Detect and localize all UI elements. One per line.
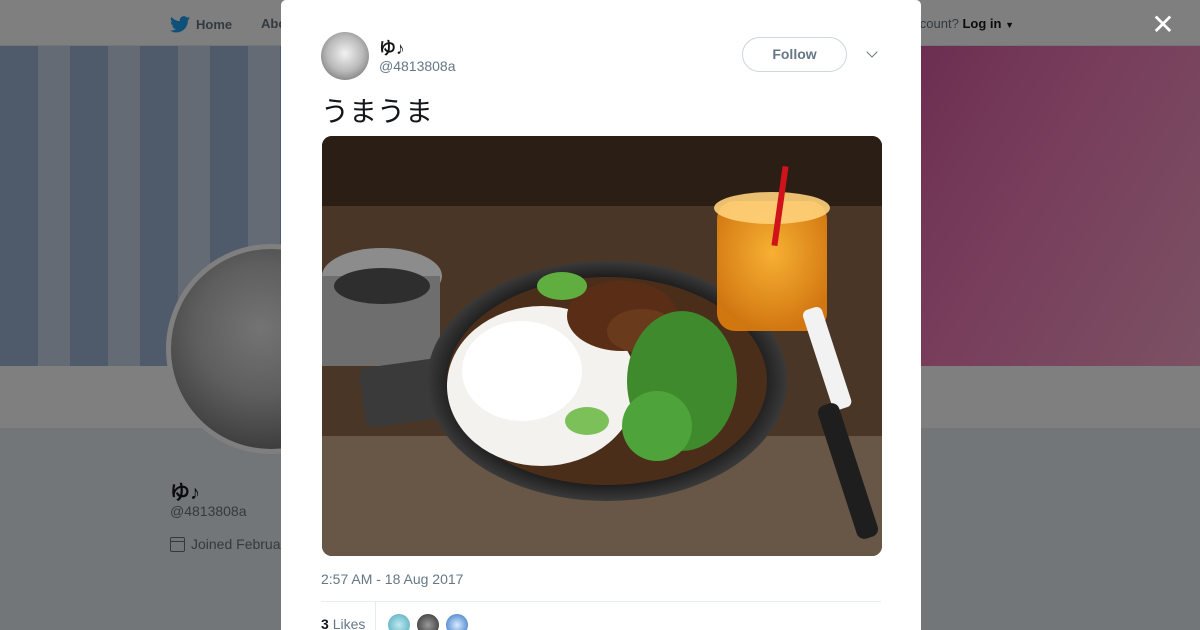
likes-label: Likes	[332, 616, 366, 630]
tweet-options-chevron-icon[interactable]	[863, 44, 883, 64]
tweet-author-name[interactable]: ゆ♪	[379, 34, 405, 59]
close-modal-button[interactable]: ✕	[1148, 10, 1178, 40]
liker-avatar[interactable]	[445, 613, 469, 630]
likes-separator	[375, 602, 376, 630]
tweet-author-avatar[interactable]	[321, 32, 369, 80]
tweet-photo-illustration	[322, 136, 882, 556]
likes-count[interactable]: 3 Likes	[321, 616, 365, 630]
divider	[321, 601, 881, 602]
tweet-timestamp[interactable]: 2:57 AM - 18 Aug 2017	[321, 571, 463, 587]
follow-button[interactable]: Follow	[742, 37, 847, 72]
liker-avatar[interactable]	[416, 613, 440, 630]
tweet-modal: ゆ♪ @4813808a Follow うまうま 2:57 AM - 18 Au…	[281, 0, 921, 630]
likes-number: 3	[321, 616, 329, 630]
liker-avatar[interactable]	[387, 613, 411, 630]
tweet-photo[interactable]	[322, 136, 882, 556]
tweet-author-handle[interactable]: @4813808a	[379, 58, 456, 74]
tweet-text: うまうま	[321, 95, 434, 128]
